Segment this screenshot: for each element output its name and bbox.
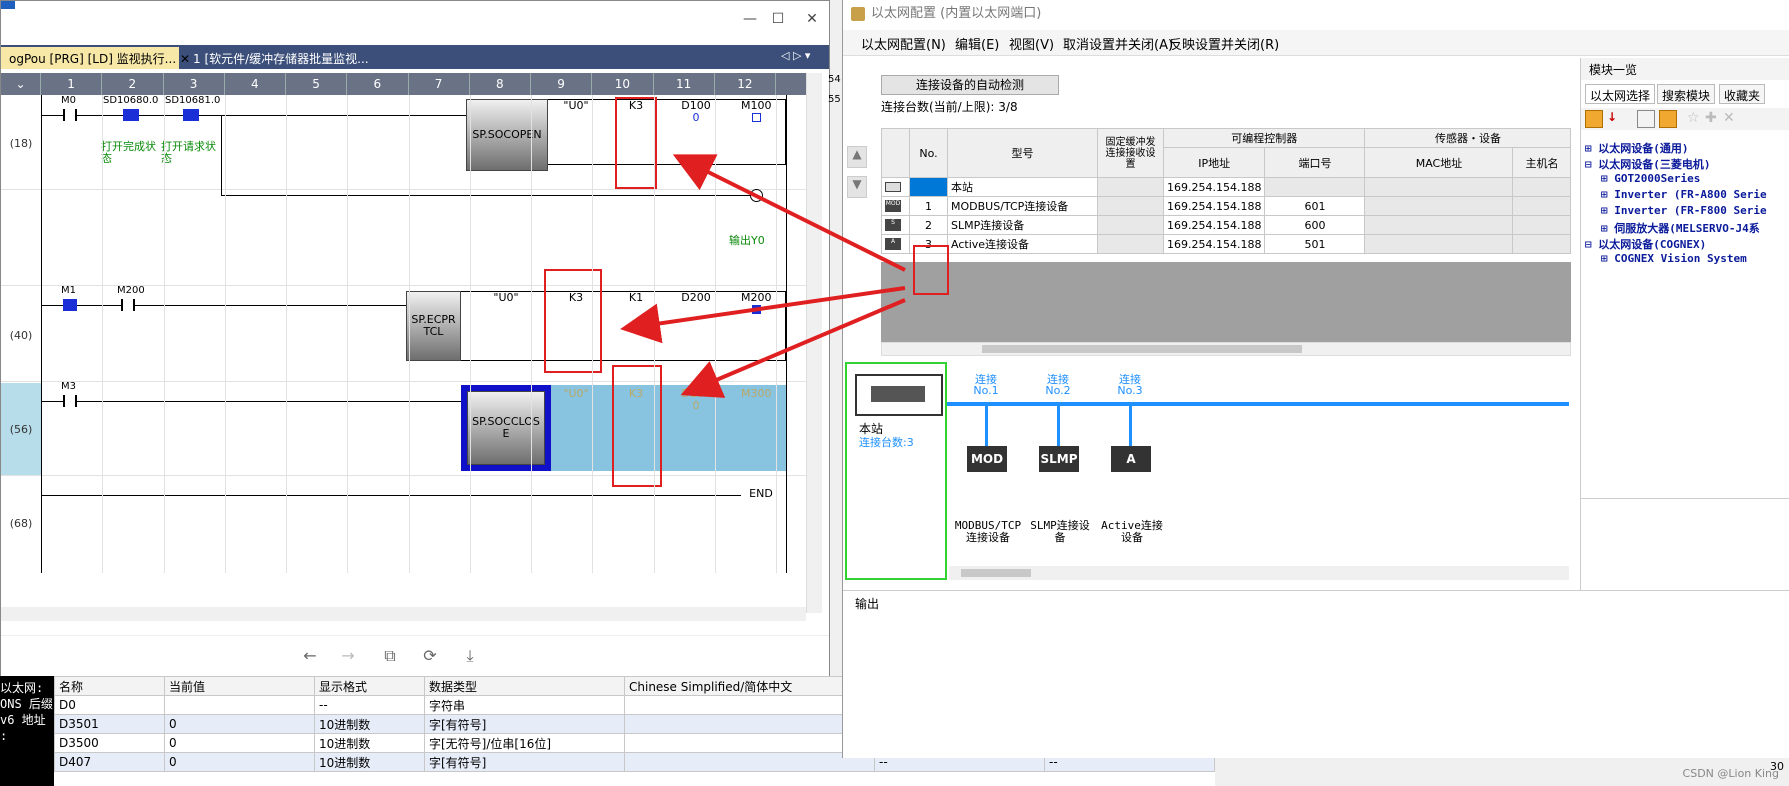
arrow-line — [672, 154, 906, 272]
annotation-arrows — [620, 154, 906, 398]
arrow-line — [620, 286, 906, 344]
